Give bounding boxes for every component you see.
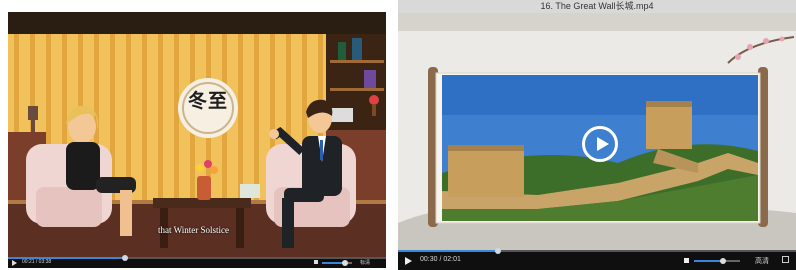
time-display: 00:30 / 02:01 (420, 256, 461, 263)
control-bar: 00:30 / 02:01 高清 (398, 248, 796, 270)
progress-knob[interactable] (122, 255, 128, 261)
volume-icon[interactable] (314, 260, 318, 264)
progress-fill (398, 250, 498, 252)
control-bar: 00:21 / 03:38 标清 (8, 255, 386, 268)
video-player-right[interactable]: 16. The Great Wall长城.mp4 00:30 / 02:01 高… (398, 0, 796, 270)
volume-slider[interactable] (694, 258, 740, 264)
play-icon[interactable] (12, 260, 17, 266)
show-logo: 冬至 (187, 90, 228, 112)
quality-button[interactable]: 标清 (360, 259, 370, 266)
video-title: 16. The Great Wall长城.mp4 (398, 0, 796, 13)
video-frame-animation (8, 12, 386, 257)
progress-track[interactable] (8, 255, 386, 261)
volume-knob[interactable] (720, 258, 726, 264)
fullscreen-icon[interactable] (782, 256, 789, 263)
subtitle-text: that Winter Solstice (158, 225, 229, 235)
volume-knob[interactable] (342, 260, 348, 266)
volume-fill (694, 260, 723, 262)
quality-button[interactable]: 高清 (755, 256, 769, 266)
volume-slider[interactable] (322, 260, 352, 266)
progress-knob[interactable] (495, 248, 501, 254)
play-circle-icon[interactable] (582, 126, 618, 162)
volume-icon[interactable] (684, 258, 689, 263)
video-player-left[interactable]: 冬至 that Winter Solstice 00:21 / 03:38 标清 (8, 12, 386, 268)
play-icon[interactable] (405, 257, 412, 265)
progress-track[interactable] (398, 248, 796, 254)
time-display: 00:21 / 03:38 (22, 259, 52, 265)
